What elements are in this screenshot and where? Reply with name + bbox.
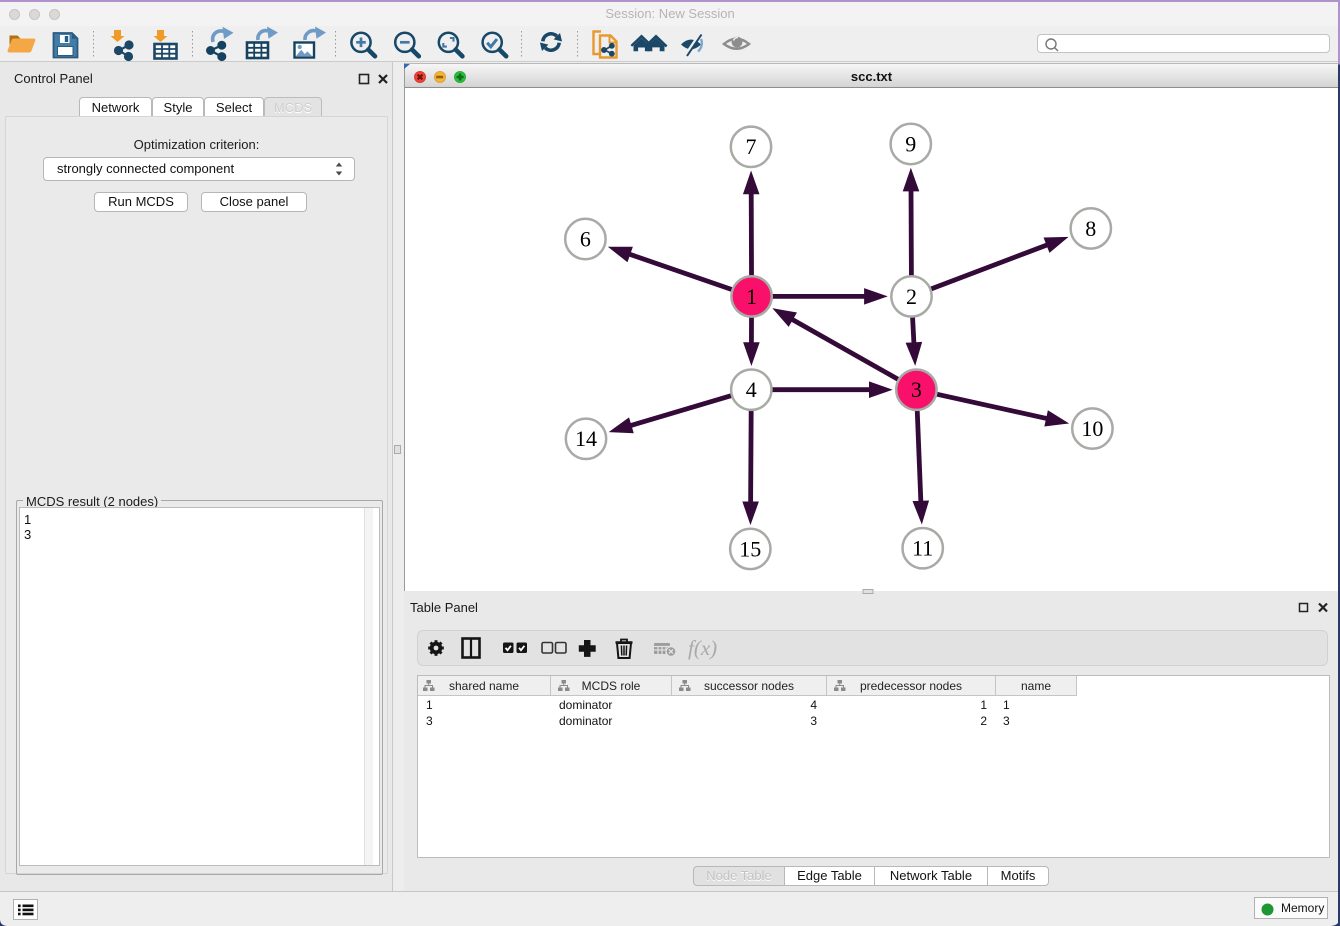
svg-text:7: 7	[746, 134, 757, 159]
svg-text:8: 8	[1085, 216, 1096, 241]
svg-text:9: 9	[905, 131, 916, 156]
svg-text:11: 11	[912, 536, 933, 561]
svg-text:2: 2	[906, 284, 917, 309]
svg-text:1: 1	[746, 284, 757, 309]
svg-text:15: 15	[739, 536, 761, 561]
svg-text:6: 6	[580, 226, 591, 251]
svg-text:10: 10	[1081, 416, 1103, 441]
svg-text:4: 4	[746, 377, 757, 402]
svg-text:14: 14	[575, 426, 597, 451]
svg-text:3: 3	[911, 377, 922, 402]
svg-text:f(x): f(x)	[688, 636, 717, 660]
